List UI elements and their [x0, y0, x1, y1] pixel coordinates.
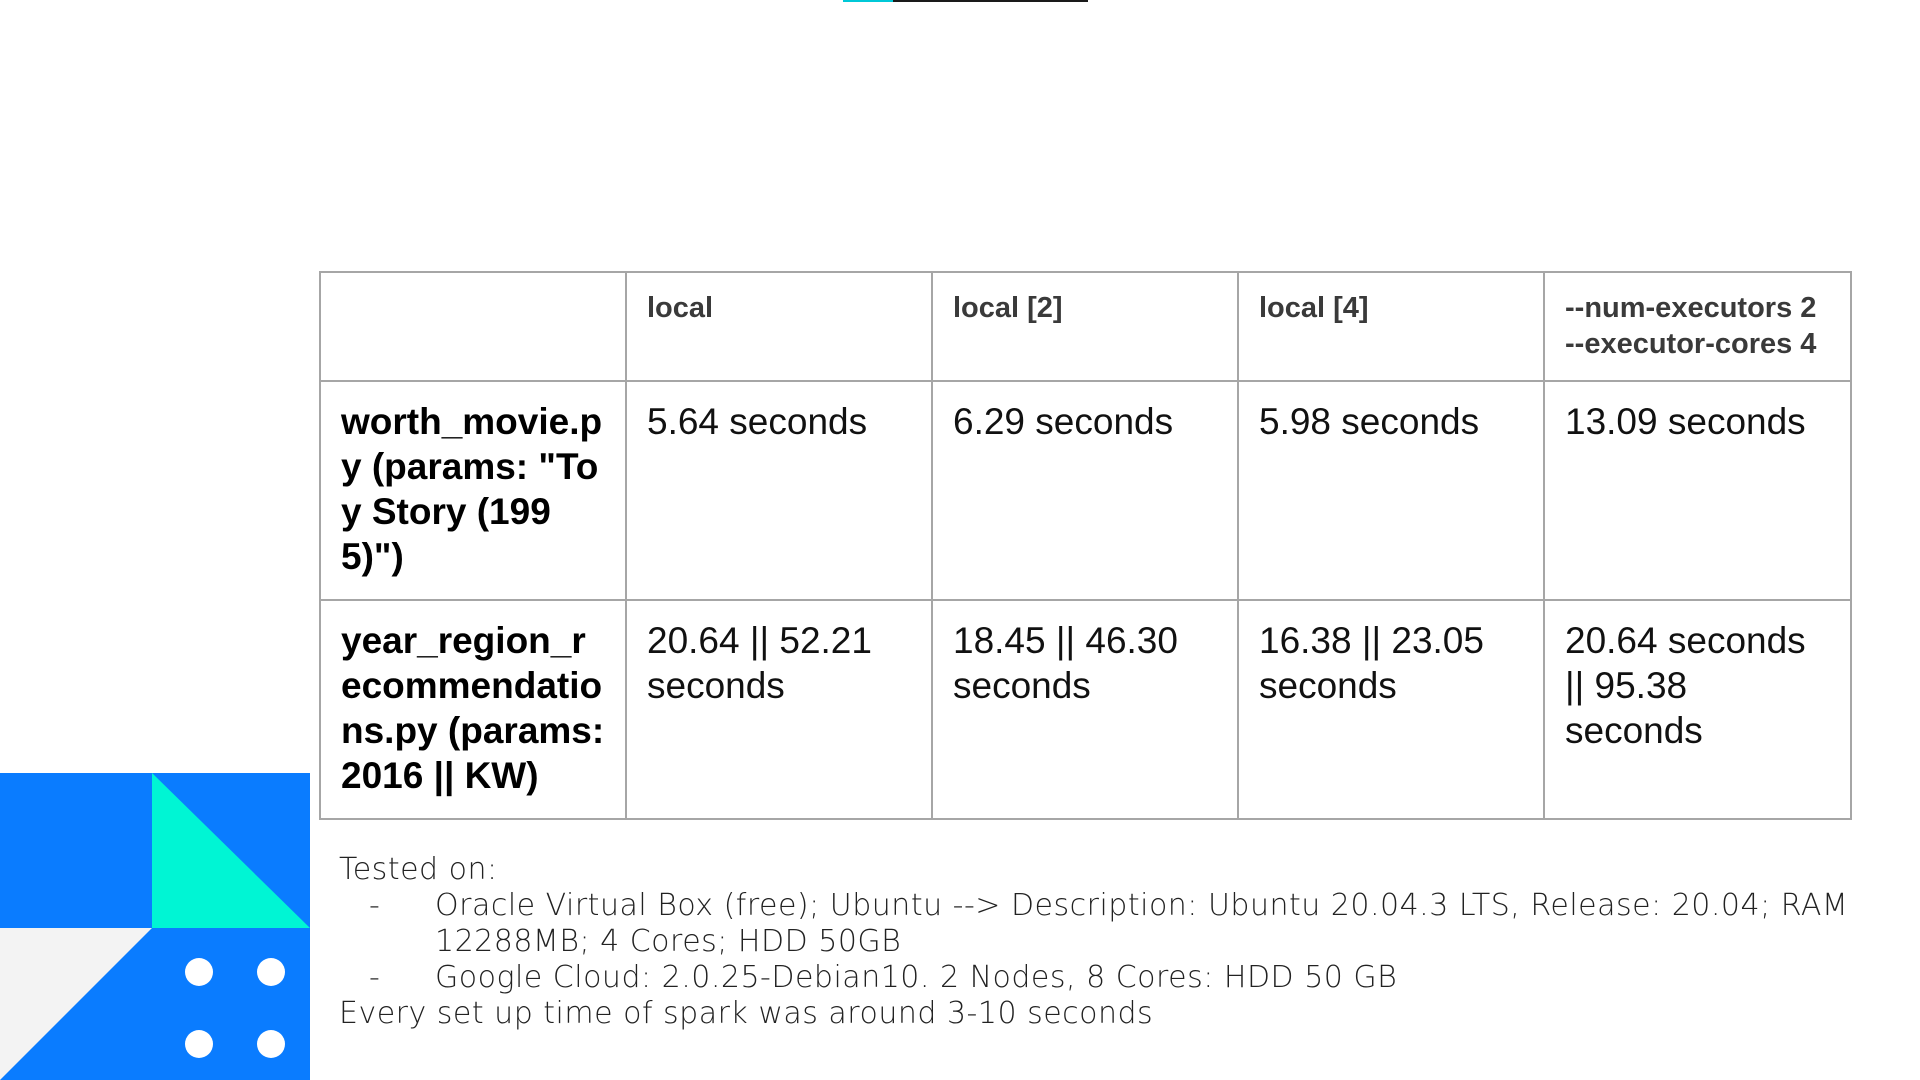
table-cell: 18.45 || 46.30 seconds	[931, 599, 1239, 820]
table-row: year_region_recommendations.py (params: …	[319, 599, 1852, 820]
bullet-text: Oracle Virtual Box (free); Ubuntu --> De…	[435, 888, 1849, 959]
table-cell: 20.64 || 52.21 seconds	[625, 599, 933, 820]
test-notes: Tested on: - Oracle Virtual Box (free); …	[339, 852, 1859, 1032]
notes-bullet: - Google Cloud: 2.0.25-Debian10. 2 Nodes…	[339, 960, 1859, 996]
deco-dot	[257, 958, 285, 986]
table-cell: 5.98 seconds	[1237, 380, 1545, 601]
top-accent-teal	[843, 0, 893, 2]
bullet-dash: -	[369, 888, 381, 923]
deco-dot	[185, 958, 213, 986]
deco-blue-dots-square	[152, 928, 310, 1080]
deco-dot	[185, 1030, 213, 1058]
bullet-text: Google Cloud: 2.0.25-Debian10. 2 Nodes, …	[435, 960, 1398, 995]
deco-blue-square-top-left	[0, 773, 152, 928]
table-cell: 20.64 seconds || 95.38 seconds	[1543, 599, 1852, 820]
header-cell-cluster: --num-executors 2 --executor-cores 4	[1543, 271, 1852, 382]
table-cell: 16.38 || 23.05 seconds	[1237, 599, 1545, 820]
row-label: worth_movie.py (params: "Toy Story (1995…	[319, 380, 627, 601]
results-table: local local [2] local [4] --num-executor…	[319, 271, 1852, 820]
decorative-geometric-graphic	[0, 773, 310, 1080]
notes-footer: Every set up time of spark was around 3-…	[339, 996, 1154, 1031]
table-row: worth_movie.py (params: "Toy Story (1995…	[319, 380, 1852, 601]
header-cell-empty	[319, 271, 627, 382]
table-cell: 13.09 seconds	[1543, 380, 1852, 601]
table-cell: 6.29 seconds	[931, 380, 1239, 601]
header-cell-local: local	[625, 271, 933, 382]
deco-dot	[257, 1030, 285, 1058]
table-cell: 5.64 seconds	[625, 380, 933, 601]
bullet-dash: -	[369, 960, 381, 995]
slide: local local [2] local [4] --num-executor…	[0, 0, 1920, 1080]
notes-bullet: - Oracle Virtual Box (free); Ubuntu --> …	[339, 888, 1859, 960]
table-header-row: local local [2] local [4] --num-executor…	[319, 271, 1852, 382]
top-accent-line	[843, 0, 1088, 2]
notes-heading: Tested on:	[339, 852, 498, 887]
row-label: year_region_recommendations.py (params: …	[319, 599, 627, 820]
header-cell-local-4: local [4]	[1237, 271, 1545, 382]
header-cell-local-2: local [2]	[931, 271, 1239, 382]
